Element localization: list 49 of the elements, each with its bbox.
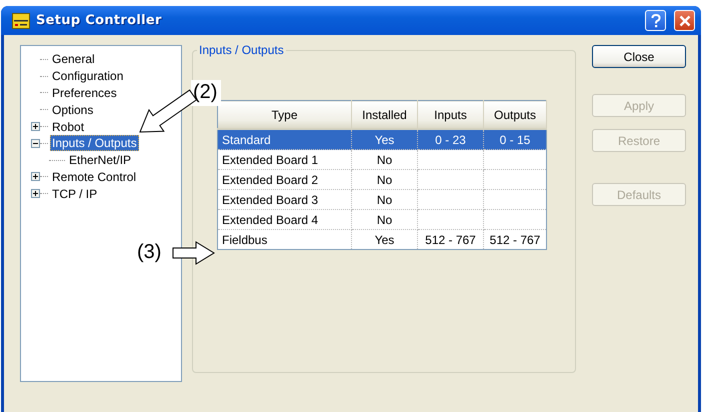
tree-item[interactable]: TCP / IP <box>50 186 100 202</box>
callout-label: (3) <box>137 240 162 264</box>
help-icon <box>650 14 662 28</box>
app-icon <box>12 12 30 28</box>
tree-item[interactable]: Robot <box>50 118 86 135</box>
table-cell: Extended Board 2 <box>222 172 318 186</box>
table-row[interactable]: Extended Board 4 No <box>218 210 546 230</box>
table-cell: 512 - 767 <box>425 232 476 246</box>
column-header[interactable]: Outputs <box>484 100 546 129</box>
table-cell: 512 - 767 <box>490 232 540 246</box>
table-cell: No <box>376 152 392 166</box>
column-header[interactable]: Inputs <box>418 100 484 129</box>
plus-box-icon[interactable] <box>31 189 40 198</box>
window-title: Setup Controller <box>36 13 162 28</box>
tree-item[interactable]: Preferences <box>50 84 119 101</box>
table-row[interactable]: Fieldbus Yes 512 - 767 512 - 767 <box>218 230 546 250</box>
table-cell: No <box>376 192 392 206</box>
table-cell: No <box>376 172 392 186</box>
table-cell: No <box>376 212 392 226</box>
dialog-button[interactable]: Close <box>592 45 686 68</box>
close-icon <box>678 14 690 26</box>
table-cell: Yes <box>374 232 394 246</box>
tree-item[interactable]: Configuration <box>50 68 126 84</box>
table-cell: 0 - 15 <box>500 132 530 146</box>
table-cell: 0 - 23 <box>435 132 466 146</box>
table-cell: Extended Board 4 <box>222 212 318 226</box>
tree-item[interactable]: Inputs / Outputs <box>50 135 139 152</box>
table-cell: Extended Board 3 <box>222 192 318 206</box>
table-row[interactable]: Extended Board 2 No <box>218 170 546 190</box>
table-cell: Extended Board 1 <box>222 152 318 166</box>
table-row[interactable]: Standard Yes 0 - 23 0 - 15 <box>218 129 546 150</box>
plus-box-icon[interactable] <box>31 172 40 182</box>
table-row[interactable]: Extended Board 1 No <box>218 150 546 170</box>
tree-item[interactable]: EtherNet/IP <box>67 152 134 168</box>
table-row[interactable]: Extended Board 3 No <box>218 190 546 210</box>
plus-box-icon[interactable] <box>31 122 40 132</box>
table-cell: Standard <box>222 132 271 146</box>
minus-box-icon[interactable] <box>31 138 40 148</box>
group-title: Inputs / Outputs <box>198 43 285 57</box>
help-button[interactable] <box>645 10 666 31</box>
column-header[interactable]: Installed <box>352 100 418 129</box>
table-cell: Fieldbus <box>222 232 268 246</box>
tree-item[interactable]: Options <box>50 102 96 118</box>
close-button[interactable] <box>674 10 695 31</box>
column-header[interactable]: Type <box>218 100 352 129</box>
tree-item[interactable]: General <box>50 51 97 68</box>
callout-label: (2) <box>191 80 222 106</box>
tree-item[interactable]: Remote Control <box>50 168 138 185</box>
table-cell: Yes <box>374 132 394 146</box>
